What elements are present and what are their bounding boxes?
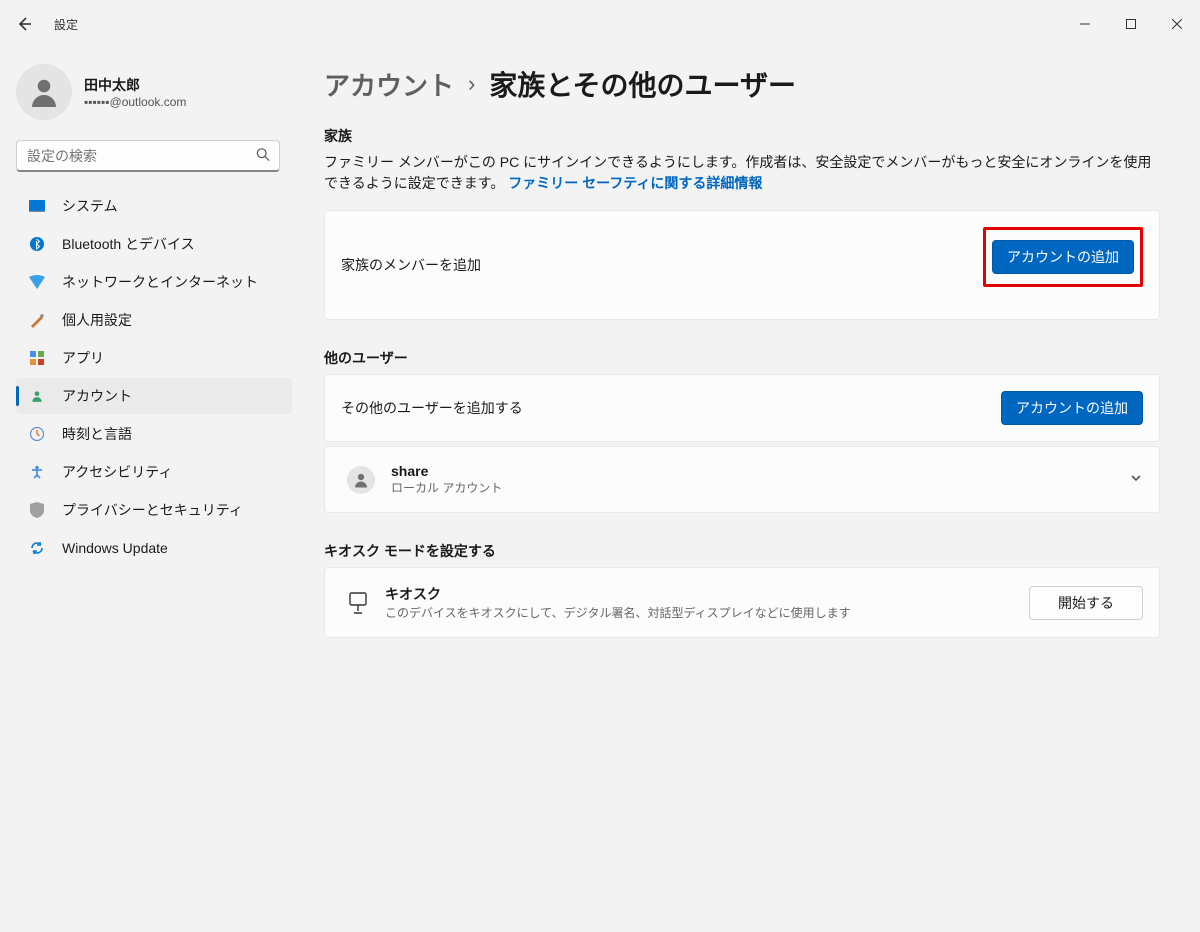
minimize-button[interactable]	[1062, 8, 1108, 40]
family-section: 家族 ファミリー メンバーがこの PC にサインインできるようにします。作成者は…	[324, 126, 1160, 320]
shield-icon	[28, 501, 46, 519]
accounts-icon	[28, 387, 46, 405]
window-title: 設定	[54, 16, 78, 33]
other-user-name: share	[391, 463, 502, 479]
breadcrumb-parent[interactable]: アカウント	[324, 66, 454, 103]
kiosk-icon	[347, 592, 369, 614]
other-users-section: 他のユーザー その他のユーザーを追加する アカウントの追加 share ローカル…	[324, 348, 1160, 513]
kiosk-title: キオスク	[385, 584, 851, 604]
bluetooth-icon	[28, 235, 46, 253]
sidebar-item-label: アプリ	[62, 348, 104, 368]
sidebar-item-label: アカウント	[62, 386, 132, 406]
sidebar-item-system[interactable]: システム	[16, 188, 292, 224]
sidebar-item-bluetooth[interactable]: Bluetooth とデバイス	[16, 226, 292, 262]
sidebar-item-label: ネットワークとインターネット	[62, 272, 258, 292]
maximize-button[interactable]	[1108, 8, 1154, 40]
sidebar-item-personalization[interactable]: 個人用設定	[16, 302, 292, 338]
sidebar-item-label: プライバシーとセキュリティ	[62, 500, 243, 520]
kiosk-card: キオスク このデバイスをキオスクにして、デジタル署名、対話型ディスプレイなどに使…	[324, 567, 1160, 638]
highlight-annotation: アカウントの追加	[983, 227, 1143, 287]
family-safety-link[interactable]: ファミリー セーフティに関する詳細情報	[508, 175, 762, 191]
sidebar-item-apps[interactable]: アプリ	[16, 340, 292, 376]
breadcrumb-current: 家族とその他のユーザー	[489, 64, 796, 104]
sidebar-item-time-language[interactable]: 時刻と言語	[16, 416, 292, 452]
add-other-user-card: その他のユーザーを追加する アカウントの追加	[324, 374, 1160, 442]
kiosk-heading: キオスク モードを設定する	[324, 541, 1160, 561]
profile-email: ▪▪▪▪▪▪@outlook.com	[84, 95, 186, 109]
maximize-icon	[1126, 19, 1136, 29]
title-bar: 設定	[0, 0, 1200, 48]
person-icon	[352, 471, 370, 489]
add-family-member-label: 家族のメンバーを追加	[341, 255, 481, 275]
sidebar-item-label: 時刻と言語	[62, 424, 132, 444]
search-input[interactable]	[16, 140, 280, 172]
arrow-left-icon	[16, 16, 32, 32]
sidebar-item-accounts[interactable]: アカウント	[16, 378, 292, 414]
back-button[interactable]	[12, 12, 36, 36]
other-user-type: ローカル アカウント	[391, 479, 502, 496]
kiosk-section: キオスク モードを設定する キオスク このデバイスをキオスクにして、デジタル署名…	[324, 541, 1160, 638]
breadcrumb: アカウント › 家族とその他のユーザー	[324, 64, 1160, 104]
add-family-member-card: 家族のメンバーを追加 アカウントの追加	[324, 210, 1160, 320]
other-user-item[interactable]: share ローカル アカウント	[324, 446, 1160, 513]
personalization-icon	[28, 311, 46, 329]
avatar	[16, 64, 72, 120]
search-box	[16, 140, 280, 172]
close-button[interactable]	[1154, 8, 1200, 40]
sidebar-item-label: Bluetooth とデバイス	[62, 234, 195, 254]
profile-name: 田中太郎	[84, 75, 186, 95]
minimize-icon	[1080, 19, 1090, 29]
chevron-down-icon	[1129, 471, 1143, 488]
family-description: ファミリー メンバーがこの PC にサインインできるようにします。作成者は、安全…	[324, 152, 1160, 194]
content-area: アカウント › 家族とその他のユーザー 家族 ファミリー メンバーがこの PC …	[300, 48, 1200, 932]
sidebar-item-label: システム	[62, 196, 118, 216]
kiosk-description: このデバイスをキオスクにして、デジタル署名、対話型ディスプレイなどに使用します	[385, 604, 851, 621]
sidebar-item-windows-update[interactable]: Windows Update	[16, 530, 292, 566]
sidebar: 田中太郎 ▪▪▪▪▪▪@outlook.com システム Bluetooth と…	[0, 48, 300, 932]
nav-list: システム Bluetooth とデバイス ネットワークとインターネット 個人用設…	[16, 188, 292, 566]
system-icon	[28, 197, 46, 215]
chevron-right-icon: ›	[468, 71, 475, 97]
profile-block[interactable]: 田中太郎 ▪▪▪▪▪▪@outlook.com	[16, 56, 292, 136]
other-users-heading: 他のユーザー	[324, 348, 1160, 368]
windows-update-icon	[28, 539, 46, 557]
close-icon	[1172, 19, 1182, 29]
sidebar-item-network[interactable]: ネットワークとインターネット	[16, 264, 292, 300]
add-other-user-label: その他のユーザーを追加する	[341, 398, 523, 418]
sidebar-item-accessibility[interactable]: アクセシビリティ	[16, 454, 292, 490]
family-heading: 家族	[324, 126, 1160, 146]
add-other-account-button[interactable]: アカウントの追加	[1001, 391, 1143, 425]
search-icon	[256, 148, 270, 165]
other-user-avatar	[347, 466, 375, 494]
add-family-account-button[interactable]: アカウントの追加	[992, 240, 1134, 274]
apps-icon	[28, 349, 46, 367]
time-language-icon	[28, 425, 46, 443]
sidebar-item-label: 個人用設定	[62, 310, 132, 330]
person-icon	[26, 74, 62, 110]
accessibility-icon	[28, 463, 46, 481]
kiosk-start-button[interactable]: 開始する	[1029, 586, 1143, 620]
sidebar-item-label: Windows Update	[62, 540, 168, 556]
network-icon	[28, 273, 46, 291]
sidebar-item-privacy[interactable]: プライバシーとセキュリティ	[16, 492, 292, 528]
sidebar-item-label: アクセシビリティ	[62, 462, 172, 482]
